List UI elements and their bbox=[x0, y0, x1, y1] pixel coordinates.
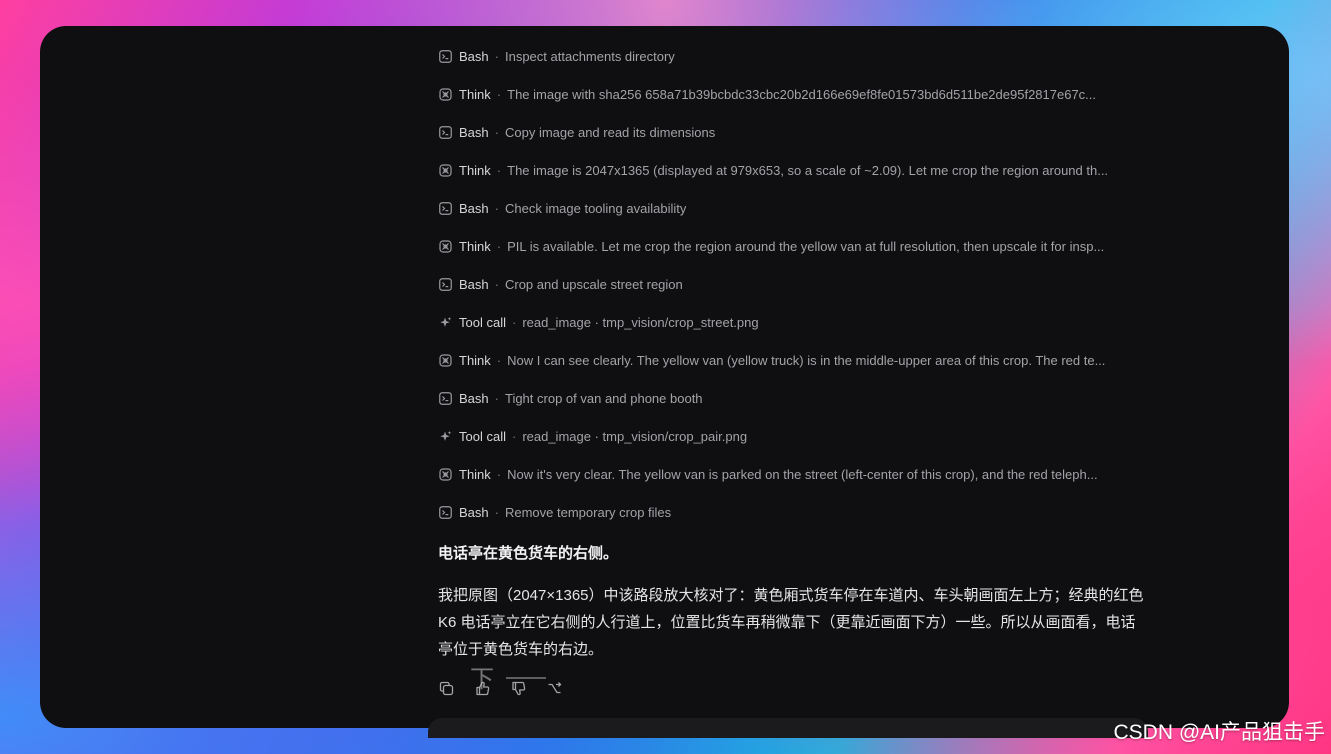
thumbs-down-icon bbox=[511, 681, 525, 695]
sparkle-icon bbox=[438, 315, 452, 329]
step-description: Inspect attachments directory bbox=[504, 48, 675, 64]
step-separator: · bbox=[494, 276, 499, 292]
brain-icon bbox=[438, 163, 452, 177]
branch-icon bbox=[548, 681, 561, 693]
step-kind-label: Tool call bbox=[459, 428, 506, 444]
answer-title: 电话亭在黄色货车的右侧。 bbox=[438, 545, 619, 562]
step-kind-label: Think bbox=[459, 352, 491, 368]
terminal-icon bbox=[438, 391, 452, 405]
step-separator: · bbox=[494, 504, 499, 520]
step-item-bash[interactable]: Bash · Remove temporary crop files bbox=[438, 502, 1153, 522]
brain-icon bbox=[438, 467, 452, 481]
step-item-think[interactable]: Think · PIL is available. Let me crop th… bbox=[438, 236, 1153, 256]
step-description: Now I can see clearly. The yellow van (y… bbox=[507, 352, 1106, 368]
message-actions bbox=[438, 680, 562, 696]
step-description: Check image tooling availability bbox=[504, 200, 687, 216]
sparkle-icon bbox=[438, 429, 452, 443]
step-item-think[interactable]: Think · Now it's very clear. The yellow … bbox=[438, 464, 1153, 484]
step-separator: · bbox=[494, 48, 499, 64]
step-description: Copy image and read its dimensions bbox=[504, 124, 716, 140]
step-kind-label: Think bbox=[459, 466, 491, 482]
step-description: Now it's very clear. The yellow van is p… bbox=[507, 466, 1098, 482]
overlay-caption-dash bbox=[506, 677, 546, 679]
watermark: CSDN @AI产品狙击手 bbox=[1113, 721, 1326, 744]
step-description: read_image · tmp_vision/crop_street.png bbox=[522, 314, 759, 330]
copy-icon bbox=[439, 681, 453, 695]
step-kind-label: Bash bbox=[459, 390, 489, 406]
step-kind-label: Think bbox=[459, 86, 491, 102]
step-kind-label: Tool call bbox=[459, 314, 506, 330]
step-separator: · bbox=[496, 86, 502, 102]
step-kind-label: Think bbox=[459, 162, 491, 178]
step-description: The image is 2047x1365 (displayed at 979… bbox=[507, 162, 1109, 178]
composer-edge[interactable] bbox=[428, 718, 1148, 738]
step-item-bash[interactable]: Bash · Copy image and read its dimension… bbox=[438, 122, 1153, 142]
step-description: Crop and upscale street region bbox=[504, 276, 683, 292]
step-item-bash[interactable]: Bash · Crop and upscale street region bbox=[438, 274, 1153, 294]
step-description: Remove temporary crop files bbox=[504, 504, 672, 520]
terminal-icon bbox=[438, 201, 452, 215]
step-description: The image with sha256 658a71b39bcbdc33cb… bbox=[507, 86, 1097, 102]
terminal-icon bbox=[438, 125, 452, 139]
step-separator: · bbox=[496, 238, 502, 254]
step-description: PIL is available. Let me crop the region… bbox=[507, 238, 1105, 254]
step-kind-label: Bash bbox=[459, 124, 489, 140]
answer-body: 我把原图（2047×1365）中该路段放大核对了：黄色厢式货车停在车道内、车头朝… bbox=[438, 587, 1144, 658]
brain-icon bbox=[438, 353, 452, 367]
step-kind-label: Think bbox=[459, 238, 491, 254]
step-item-bash[interactable]: Bash · Tight crop of van and phone booth bbox=[438, 388, 1153, 408]
step-item-think[interactable]: Think · The image with sha256 658a71b39b… bbox=[438, 84, 1153, 104]
step-item-bash[interactable]: Bash · Inspect attachments directory bbox=[438, 46, 1153, 66]
thumbs-down-button[interactable] bbox=[510, 680, 526, 696]
step-description: Tight crop of van and phone booth bbox=[504, 390, 703, 406]
step-separator: · bbox=[496, 352, 502, 368]
chat-window: Bash · Inspect attachments directory Thi… bbox=[40, 26, 1289, 728]
step-separator: · bbox=[494, 200, 499, 216]
step-item-think[interactable]: Think · Now I can see clearly. The yello… bbox=[438, 350, 1153, 370]
branch-button[interactable] bbox=[546, 680, 562, 696]
step-separator: · bbox=[494, 390, 499, 406]
terminal-icon bbox=[438, 277, 452, 291]
step-description: read_image · tmp_vision/crop_pair.png bbox=[522, 428, 748, 444]
step-item-tool-call[interactable]: Tool call · read_image · tmp_vision/crop… bbox=[438, 312, 1153, 332]
brain-icon bbox=[438, 239, 452, 253]
step-separator: · bbox=[496, 162, 502, 178]
brain-icon bbox=[438, 87, 452, 101]
terminal-icon bbox=[438, 505, 452, 519]
step-kind-label: Bash bbox=[459, 504, 489, 520]
step-separator: · bbox=[511, 314, 517, 330]
step-item-tool-call[interactable]: Tool call · read_image · tmp_vision/crop… bbox=[438, 426, 1153, 446]
step-separator: · bbox=[496, 466, 502, 482]
copy-button[interactable] bbox=[438, 680, 454, 696]
step-kind-label: Bash bbox=[459, 276, 489, 292]
step-separator: · bbox=[511, 428, 517, 444]
step-kind-label: Bash bbox=[459, 200, 489, 216]
overlay-caption-char: 下 bbox=[470, 666, 494, 693]
step-kind-label: Bash bbox=[459, 48, 489, 64]
step-separator: · bbox=[494, 124, 499, 140]
step-item-think[interactable]: Think · The image is 2047x1365 (displaye… bbox=[438, 160, 1153, 180]
terminal-icon bbox=[438, 49, 452, 63]
step-item-bash[interactable]: Bash · Check image tooling availability bbox=[438, 198, 1153, 218]
